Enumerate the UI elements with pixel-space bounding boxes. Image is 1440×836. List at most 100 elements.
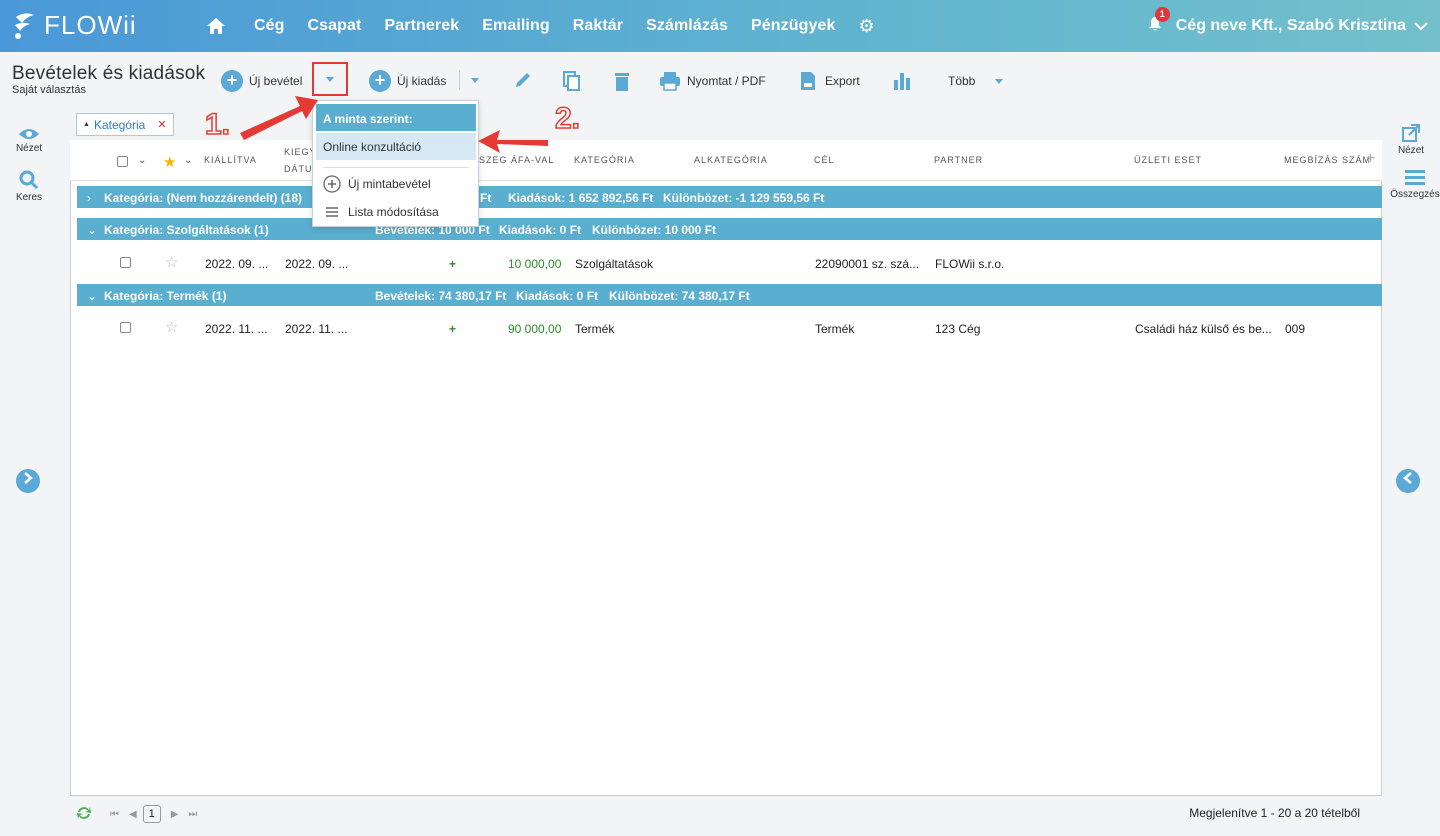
table-row[interactable]: ☆ 2022. 11. ... 2022. 11. ... + 90 000,0… xyxy=(71,309,1381,347)
flowii-logo[interactable]: FLOWii xyxy=(12,10,137,41)
logo-text: FLOWii xyxy=(44,10,137,40)
summary-toggle[interactable]: Összegzés xyxy=(1382,169,1440,200)
chevron-down-icon[interactable] xyxy=(1414,18,1428,34)
search-label: Keres xyxy=(15,192,43,203)
home-icon[interactable] xyxy=(206,16,226,36)
cell-business-case: Családi ház külső és be... xyxy=(1135,322,1272,336)
chevron-down-icon[interactable]: ⌄ xyxy=(138,155,147,166)
top-navigation-bar: FLOWii Cég Csapat Partnerek Emailing Rak… xyxy=(0,0,1440,52)
chevron-down-icon[interactable]: ⌄ xyxy=(87,223,97,237)
prev-page-icon[interactable]: ◀ xyxy=(129,809,137,820)
nav-item-emailing[interactable]: Emailing xyxy=(482,17,549,35)
menu-item-edit-list-label: Lista módosítása xyxy=(348,205,439,219)
select-all-checkbox[interactable] xyxy=(117,156,128,167)
row-checkbox[interactable] xyxy=(120,257,131,268)
pencil-icon[interactable] xyxy=(513,70,533,92)
cell-settle: 2022. 11. ... xyxy=(285,322,348,336)
category-filter-chip[interactable]: ▲ Kategória ✕ xyxy=(76,113,174,136)
list-lines-icon xyxy=(323,203,341,221)
chevron-down-icon[interactable]: ⌄ xyxy=(87,289,97,303)
last-page-icon[interactable]: ⏭ xyxy=(188,809,197,820)
eye-icon xyxy=(19,129,39,139)
cell-amount: 10 000,00 xyxy=(508,257,562,271)
cell-issued: 2022. 11. ... xyxy=(205,322,268,336)
first-page-icon[interactable]: ⏮ xyxy=(110,809,119,820)
menu-item-new-template-label: Új mintabevétel xyxy=(348,177,431,191)
refresh-icon[interactable] xyxy=(76,806,92,820)
star-icon[interactable]: ★ xyxy=(163,153,176,171)
row-checkbox[interactable] xyxy=(120,322,131,333)
menu-item-edit-list[interactable]: Lista módosítása xyxy=(323,203,439,221)
new-expense-button[interactable]: + Új kiadás xyxy=(369,68,446,94)
nav-item-invoicing[interactable]: Számlázás xyxy=(646,17,728,35)
column-issued[interactable]: KIÁLLÍTVA xyxy=(204,155,257,165)
more-label: Több xyxy=(948,74,976,88)
search-icon xyxy=(19,170,39,190)
chevron-right-icon[interactable]: › xyxy=(87,191,91,205)
column-partner[interactable]: PARTNER xyxy=(934,155,983,165)
view-toggle[interactable]: Nézet xyxy=(0,127,58,154)
print-pdf-button[interactable]: Nyomtat / PDF xyxy=(659,68,766,94)
new-expense-dropdown-toggle[interactable] xyxy=(466,70,484,90)
column-subcategory[interactable]: ALKATEGÓRIA xyxy=(694,155,768,165)
gear-icon[interactable]: ⚙ xyxy=(858,16,874,37)
group-row[interactable]: › Kategória: (Nem hozzárendelt) (18) Ft … xyxy=(77,186,1382,208)
column-order-number[interactable]: MEGBÍZÁS SZÁM xyxy=(1284,155,1371,165)
main-nav: Cég Csapat Partnerek Emailing Raktár Szá… xyxy=(206,0,875,52)
expand-right-button[interactable] xyxy=(1396,469,1420,493)
nav-item-partners[interactable]: Partnerek xyxy=(384,17,459,35)
table-footer: ⏮ ◀ 1 ▶ ⏭ Megjelenítve 1 - 20 a 20 tétel… xyxy=(70,796,1382,830)
star-outline-icon[interactable]: ☆ xyxy=(165,253,178,271)
table-body: › Kategória: (Nem hozzárendelt) (18) Ft … xyxy=(70,181,1382,796)
menu-item-new-template[interactable]: Új mintabevétel xyxy=(323,175,431,193)
remove-filter-icon[interactable]: ✕ xyxy=(157,118,166,131)
add-column-icon[interactable]: + xyxy=(1366,150,1375,168)
table-row[interactable]: ☆ 2022. 09. ... 2022. 09. ... + 10 000,0… xyxy=(71,244,1381,282)
group-diff: Különbözet: 74 380,17 Ft xyxy=(609,289,750,303)
group-expense: Kiadások: 0 Ft xyxy=(516,289,599,303)
page-number-input[interactable]: 1 xyxy=(142,805,161,823)
caret-down-icon xyxy=(471,77,479,83)
next-page-icon[interactable]: ▶ xyxy=(171,809,179,820)
group-label: Kategória: (Nem hozzárendelt) (18) xyxy=(104,191,303,205)
more-button[interactable]: Több xyxy=(948,68,1004,94)
copy-icon[interactable] xyxy=(562,70,582,92)
right-sidebar: Nézet Összegzés xyxy=(1382,108,1440,836)
new-expense-label: Új kiadás xyxy=(397,74,447,88)
group-diff: Különbözet: -1 129 559,56 Ft xyxy=(663,191,825,205)
trash-icon[interactable] xyxy=(612,70,632,92)
bar-chart-icon[interactable] xyxy=(892,70,912,92)
page-subtitle: Saját választás xyxy=(12,84,86,96)
group-row[interactable]: ⌄ Kategória: Termék (1) Bevételek: 74 38… xyxy=(77,284,1382,306)
cell-category: Szolgáltatások xyxy=(575,257,654,271)
bell-icon[interactable]: 1 xyxy=(1148,7,1170,36)
chevron-down-icon[interactable]: ⌄ xyxy=(184,155,193,166)
annotation-step-2: 2. xyxy=(554,101,581,136)
filter-chip-label: Kategória xyxy=(93,117,146,132)
cell-settle: 2022. 09. ... xyxy=(285,257,349,271)
xls-file-icon xyxy=(801,72,815,90)
search-toggle[interactable]: Keres xyxy=(0,170,58,203)
new-income-button[interactable]: + Új bevétel xyxy=(221,68,302,94)
nav-item-finances[interactable]: Pénzügyek xyxy=(751,17,836,35)
export-button[interactable]: Export xyxy=(800,68,860,94)
group-row[interactable]: ⌄ Kategória: Szolgáltatások (1) Bevétele… xyxy=(77,218,1382,240)
toolbar-divider xyxy=(459,70,460,90)
nav-item-company[interactable]: Cég xyxy=(254,17,285,35)
cell-sign: + xyxy=(449,322,457,336)
expand-left-button[interactable] xyxy=(16,469,40,493)
star-outline-icon[interactable]: ☆ xyxy=(165,318,178,336)
chevron-left-icon xyxy=(1403,472,1412,484)
column-business-case[interactable]: ÜZLETI ESET xyxy=(1134,155,1202,165)
column-category[interactable]: KATEGÓRIA xyxy=(574,155,635,165)
list-icon xyxy=(1405,170,1425,185)
cell-order-number: 009 xyxy=(1285,322,1306,336)
user-menu[interactable]: 1 Cég neve Kft., Szabó Krisztina xyxy=(1148,0,1428,52)
nav-item-warehouse[interactable]: Raktár xyxy=(573,17,623,35)
column-purpose[interactable]: CÉL xyxy=(814,155,835,165)
right-view-toggle[interactable]: Nézet xyxy=(1382,123,1440,156)
plus-circle-icon: + xyxy=(221,70,243,92)
new-income-dropdown-toggle[interactable] xyxy=(312,62,348,96)
nav-item-team[interactable]: Csapat xyxy=(308,17,362,35)
menu-item-template[interactable]: Online konzultáció xyxy=(316,133,476,160)
